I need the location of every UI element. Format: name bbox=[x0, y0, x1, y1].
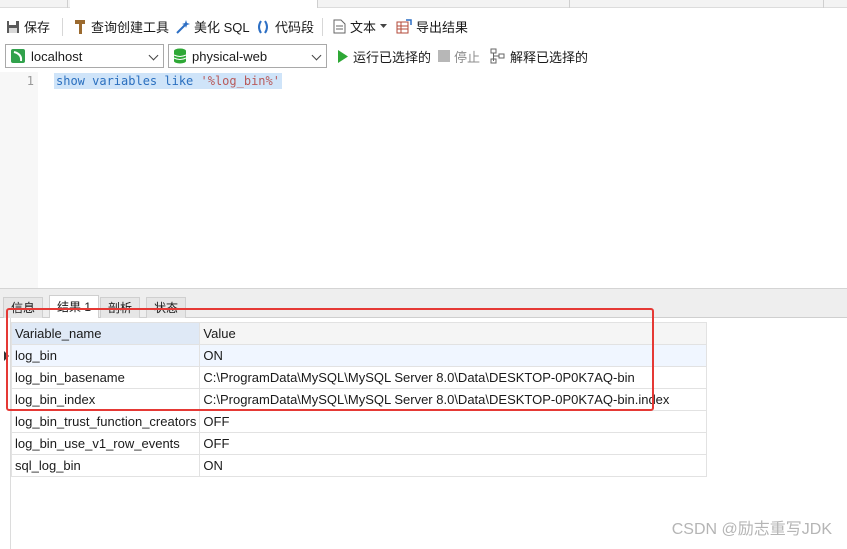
chevron-down-icon bbox=[148, 50, 159, 61]
window-tab-active[interactable] bbox=[70, 0, 318, 8]
cell-value[interactable]: C:\ProgramData\MySQL\MySQL Server 8.0\Da… bbox=[199, 366, 708, 389]
save-label: 保存 bbox=[24, 20, 51, 35]
run-selected-button[interactable]: 运行已选择的 bbox=[337, 47, 431, 65]
cell-variable-name[interactable]: log_bin_index bbox=[10, 388, 201, 411]
column-header-variable-name[interactable]: Variable_name bbox=[10, 322, 201, 345]
code-snippet-label: 代码段 bbox=[275, 20, 315, 35]
stop-label: 停止 bbox=[454, 49, 481, 65]
text-label: 文本 bbox=[350, 20, 377, 35]
dropdown-caret-icon bbox=[380, 24, 388, 28]
play-icon bbox=[338, 49, 348, 63]
table-row[interactable]: log_bin ON bbox=[10, 344, 708, 367]
cell-variable-name[interactable]: log_bin_basename bbox=[10, 366, 201, 389]
watermark: CSDN @励志重写JDK bbox=[671, 521, 832, 538]
beautify-sql-label: 美化 SQL bbox=[194, 20, 250, 35]
sql-query-text[interactable]: show variables like '%log_bin%' bbox=[54, 73, 282, 89]
query-builder-icon bbox=[75, 19, 85, 34]
tab-profile[interactable]: 剖析 bbox=[100, 297, 141, 319]
explain-selected-label: 解释已选择的 bbox=[510, 49, 589, 65]
window-tab[interactable] bbox=[320, 0, 570, 8]
save-button[interactable]: 保存 bbox=[6, 16, 50, 37]
line-number-gutter: 1 bbox=[0, 72, 38, 288]
stop-icon bbox=[438, 50, 450, 62]
line-number: 1 bbox=[26, 74, 34, 88]
database-select[interactable]: physical-web bbox=[168, 44, 327, 68]
sql-keywords: show variables like bbox=[56, 74, 201, 88]
table-row[interactable]: log_bin_use_v1_row_events OFF bbox=[10, 432, 708, 455]
code-snippet-button[interactable]: 代码段 bbox=[255, 16, 314, 37]
row-header-column bbox=[0, 318, 11, 549]
export-result-button[interactable]: 导出结果 bbox=[396, 16, 468, 37]
table-row[interactable]: sql_log_bin ON bbox=[10, 454, 708, 477]
explain-selected-button[interactable]: 解释已选择的 bbox=[490, 47, 588, 65]
beautify-sql-button[interactable]: 美化 SQL bbox=[174, 16, 250, 37]
cell-variable-name[interactable]: log_bin bbox=[10, 344, 201, 367]
sql-editor[interactable]: 1 show variables like '%log_bin%' bbox=[0, 72, 847, 288]
sql-string-literal: '%log_bin%' bbox=[200, 74, 280, 88]
chevron-down-icon bbox=[311, 50, 322, 61]
run-selected-label: 运行已选择的 bbox=[353, 49, 432, 65]
cell-variable-name[interactable]: log_bin_trust_function_creators bbox=[10, 410, 201, 433]
document-icon bbox=[333, 19, 346, 34]
database-icon bbox=[173, 48, 187, 64]
query-toolbar: 保存 查询创建工具 美化 SQL 代码段 文本 导出结果 bbox=[0, 13, 847, 40]
window-tab[interactable] bbox=[572, 0, 824, 8]
table-row[interactable]: log_bin_trust_function_creators OFF bbox=[10, 410, 708, 433]
result-tabs-bar: 信息 结果 1 剖析 状态 bbox=[0, 288, 847, 319]
cell-value[interactable]: OFF bbox=[199, 410, 708, 433]
table-row[interactable]: log_bin_basename C:\ProgramData\MySQL\My… bbox=[10, 366, 708, 389]
window-tab[interactable] bbox=[0, 0, 68, 8]
export-result-label: 导出结果 bbox=[416, 20, 469, 35]
connection-bar: localhost physical-web 运行已选择的 停止 解释已选择的 bbox=[0, 42, 847, 70]
cell-value[interactable]: OFF bbox=[199, 432, 708, 455]
cell-value[interactable]: ON bbox=[199, 454, 708, 477]
current-row-indicator-icon bbox=[4, 351, 9, 361]
result-table: Variable_name Value log_bin ON log_bin_b… bbox=[10, 322, 708, 477]
text-button[interactable]: 文本 bbox=[333, 16, 388, 37]
column-header-value[interactable]: Value bbox=[199, 322, 708, 345]
export-grid-icon bbox=[396, 18, 412, 33]
magic-wand-icon bbox=[176, 19, 190, 34]
query-builder-label: 查询创建工具 bbox=[91, 20, 170, 35]
window-tab-strip bbox=[0, 0, 847, 8]
connection-icon bbox=[11, 49, 25, 63]
tab-info[interactable]: 信息 bbox=[3, 297, 44, 319]
table-row[interactable]: log_bin_index C:\ProgramData\MySQL\MySQL… bbox=[10, 388, 708, 411]
database-value: physical-web bbox=[192, 48, 268, 64]
server-select[interactable]: localhost bbox=[5, 44, 164, 68]
cell-variable-name[interactable]: log_bin_use_v1_row_events bbox=[10, 432, 201, 455]
query-builder-button[interactable]: 查询创建工具 bbox=[73, 16, 169, 37]
parentheses-icon bbox=[258, 19, 268, 34]
save-icon bbox=[7, 20, 19, 33]
stop-button[interactable]: 停止 bbox=[438, 47, 480, 65]
toolbar-divider bbox=[322, 18, 323, 36]
table-header-row: Variable_name Value bbox=[10, 322, 708, 345]
cell-variable-name[interactable]: sql_log_bin bbox=[10, 454, 201, 477]
cell-value[interactable]: ON bbox=[199, 344, 708, 367]
tab-result-1[interactable]: 结果 1 bbox=[49, 295, 100, 319]
tab-status[interactable]: 状态 bbox=[146, 297, 187, 319]
explain-icon bbox=[490, 48, 505, 64]
server-value: localhost bbox=[31, 48, 83, 64]
toolbar-divider bbox=[62, 18, 63, 36]
cell-value[interactable]: C:\ProgramData\MySQL\MySQL Server 8.0\Da… bbox=[199, 388, 708, 411]
